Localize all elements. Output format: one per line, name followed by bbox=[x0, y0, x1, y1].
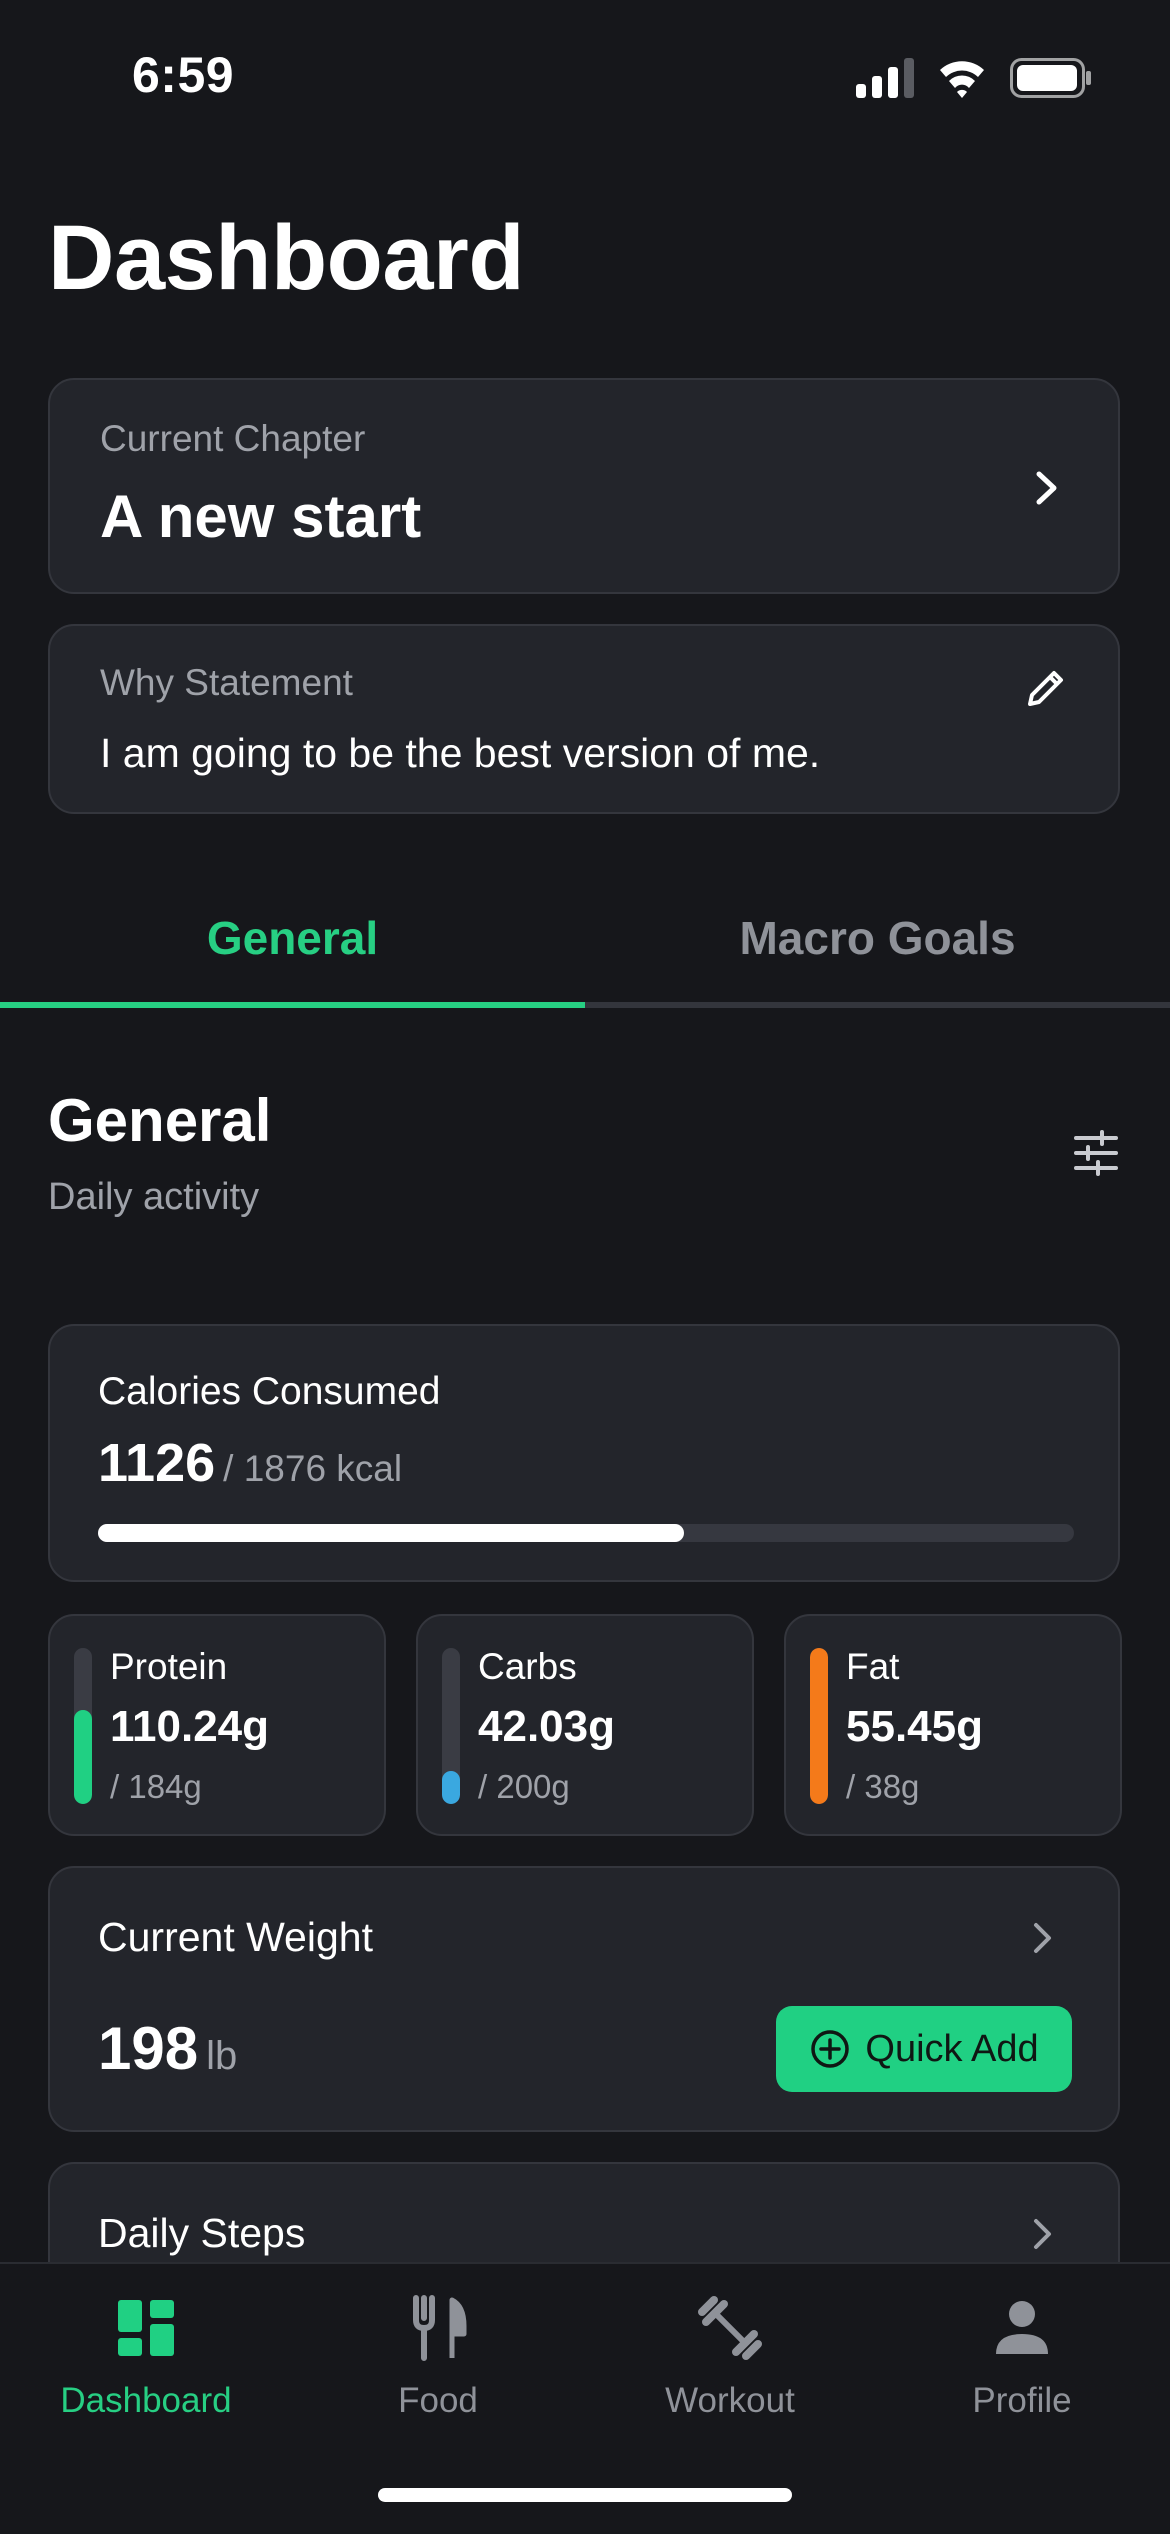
nav-label: Food bbox=[398, 2381, 478, 2420]
page-title: Dashboard bbox=[48, 207, 525, 309]
tab-general[interactable]: General bbox=[0, 870, 585, 1010]
person-icon bbox=[996, 2301, 1048, 2354]
nav-label: Workout bbox=[665, 2381, 795, 2420]
sliders-icon[interactable] bbox=[1072, 1130, 1120, 1176]
nav-label: Profile bbox=[972, 2381, 1072, 2420]
macro-name: Carbs bbox=[478, 1646, 577, 1687]
protein-bar bbox=[74, 1648, 92, 1804]
chapter-label: Current Chapter bbox=[100, 418, 366, 459]
macro-card-fat[interactable]: Fat 55.45g / 38g bbox=[784, 1614, 1122, 1836]
tab-active-indicator bbox=[0, 1002, 585, 1008]
macro-name: Protein bbox=[110, 1646, 228, 1687]
chevron-right-icon bbox=[1034, 470, 1060, 506]
fat-bar bbox=[810, 1648, 828, 1804]
carbs-bar-fill bbox=[442, 1771, 460, 1804]
chapter-title: A new start bbox=[100, 483, 422, 550]
calories-progress-bar bbox=[98, 1524, 1074, 1542]
battery-icon bbox=[1010, 58, 1091, 98]
chevron-right-icon bbox=[1032, 1922, 1054, 1954]
home-indicator bbox=[378, 2488, 792, 2502]
carbs-bar bbox=[442, 1648, 460, 1804]
calories-label: Calories Consumed bbox=[98, 1370, 441, 1413]
wifi-icon bbox=[940, 61, 984, 98]
cellular-signal-icon bbox=[856, 58, 914, 98]
macro-value: 55.45g bbox=[846, 1702, 983, 1751]
fat-bar-fill bbox=[810, 1648, 828, 1804]
tab-bar: General Macro Goals bbox=[0, 870, 1170, 1012]
calories-progress-fill bbox=[98, 1524, 684, 1542]
macro-value: 110.24g bbox=[110, 1702, 270, 1751]
status-time: 6:59 bbox=[132, 47, 235, 103]
current-chapter-card[interactable]: Current Chapter A new start bbox=[48, 378, 1120, 594]
weight-label: Current Weight bbox=[98, 1914, 373, 1960]
nav-item-food[interactable]: Food bbox=[292, 2292, 584, 2421]
quick-add-label: Quick Add bbox=[865, 2027, 1039, 2070]
tab-macro-goals[interactable]: Macro Goals bbox=[585, 870, 1170, 1010]
nav-item-workout[interactable]: Workout bbox=[584, 2292, 876, 2421]
utensils-icon bbox=[413, 2295, 467, 2361]
macro-goal: / 184g bbox=[110, 1768, 202, 1805]
chevron-right-icon bbox=[1032, 2218, 1054, 2250]
macro-goal: / 200g bbox=[478, 1768, 570, 1805]
macro-name: Fat bbox=[846, 1646, 900, 1687]
section-title: General bbox=[48, 1087, 272, 1154]
weight-number: 198 bbox=[98, 2015, 199, 2082]
steps-label: Daily Steps bbox=[98, 2210, 306, 2256]
macro-card-carbs[interactable]: Carbs 42.03g / 200g bbox=[416, 1614, 754, 1836]
macro-goal: / 38g bbox=[846, 1768, 920, 1805]
quick-add-button[interactable]: Quick Add bbox=[776, 2006, 1072, 2092]
why-label: Why Statement bbox=[100, 662, 353, 703]
weight-value: 198 lb bbox=[98, 2014, 237, 2083]
pencil-icon[interactable] bbox=[1024, 666, 1068, 710]
nav-label: Dashboard bbox=[60, 2381, 232, 2420]
current-weight-card[interactable]: Current Weight 198 lb Quick Add bbox=[48, 1866, 1120, 2132]
calories-card[interactable]: Calories Consumed 1126/ 1876 kcal bbox=[48, 1324, 1120, 1582]
protein-bar-fill bbox=[74, 1710, 92, 1804]
nav-item-dashboard[interactable]: Dashboard bbox=[0, 2292, 292, 2421]
calories-consumed-value: 1126 bbox=[98, 1433, 216, 1493]
nav-item-profile[interactable]: Profile bbox=[876, 2292, 1168, 2421]
macro-value: 42.03g bbox=[478, 1702, 615, 1751]
macro-card-protein[interactable]: Protein 110.24g / 184g bbox=[48, 1614, 386, 1836]
why-text: I am going to be the best version of me. bbox=[100, 730, 821, 776]
why-statement-card: Why Statement I am going to be the best … bbox=[48, 624, 1120, 814]
plus-circle-icon bbox=[811, 2030, 850, 2068]
weight-unit: lb bbox=[206, 2034, 238, 2078]
dumbbell-icon bbox=[698, 2296, 762, 2360]
section-subtitle: Daily activity bbox=[48, 1176, 260, 1218]
calories-consumed: 1126/ 1876 kcal bbox=[98, 1432, 402, 1494]
calories-goal: / 1876 kcal bbox=[223, 1448, 403, 1489]
dashboard-icon bbox=[118, 2300, 174, 2356]
